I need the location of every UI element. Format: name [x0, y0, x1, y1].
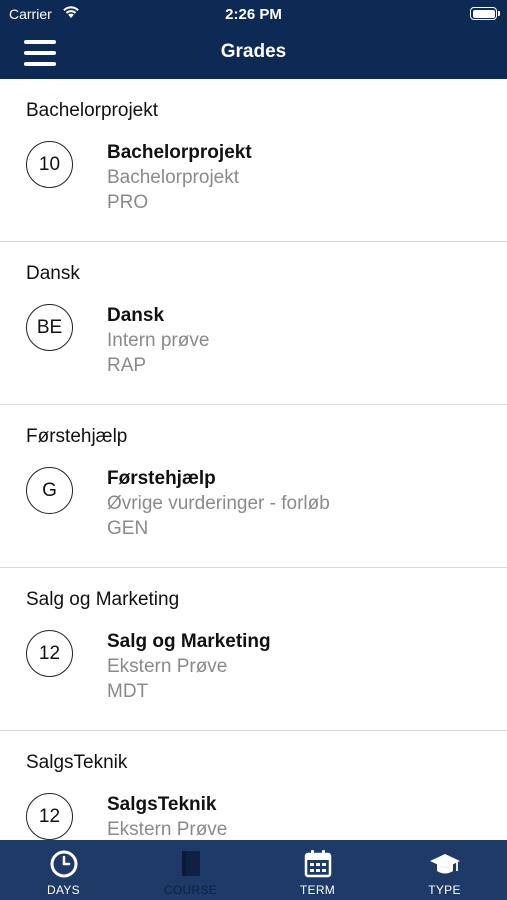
book-icon [178, 849, 204, 884]
course-code: MDT [107, 681, 149, 702]
tab-term[interactable]: TERM [254, 840, 381, 900]
tab-label: COURSE [163, 883, 218, 897]
section-title: Førstehjælp [26, 426, 128, 447]
tab-label: TYPE [428, 883, 461, 897]
grade-badge: 12 [26, 793, 73, 840]
tab-days[interactable]: DAYS [0, 840, 127, 900]
page-title: Grades [220, 41, 287, 62]
battery-icon [470, 7, 500, 20]
section-title: SalgsTeknik [26, 752, 128, 773]
tab-label: DAYS [47, 883, 80, 897]
grade-section[interactable]: SalgsTeknik 12 SalgsTeknik Ekstern Prøve [0, 731, 507, 840]
clock-icon [49, 849, 79, 884]
exam-type: Bachelorprojekt [107, 167, 240, 188]
tab-type[interactable]: TYPE [381, 840, 507, 900]
tab-course[interactable]: COURSE [127, 840, 254, 900]
grades-list[interactable]: Bachelorprojekt 10 Bachelorprojekt Bache… [0, 79, 507, 840]
status-time: 2:26 PM [225, 6, 282, 23]
bottom-tab-bar: DAYS COURSE TERM TYPE [0, 840, 507, 900]
calendar-icon [303, 849, 333, 884]
course-name: Førstehjælp [107, 468, 216, 489]
course-code: PRO [107, 192, 149, 213]
course-code: RAP [107, 355, 147, 376]
grade-section[interactable]: Dansk BE Dansk Intern prøve RAP [0, 242, 507, 405]
grade-section[interactable]: Salg og Marketing 12 Salg og Marketing E… [0, 568, 507, 731]
grade-badge: BE [26, 304, 73, 351]
course-name: Bachelorprojekt [107, 142, 252, 163]
exam-type: Ekstern Prøve [107, 819, 228, 840]
exam-type: Intern prøve [107, 330, 210, 351]
grade-section[interactable]: Førstehjælp G Førstehjælp Øvrige vurderi… [0, 405, 507, 568]
section-title: Bachelorprojekt [26, 100, 159, 121]
grade-badge: G [26, 467, 73, 514]
graduation-cap-icon [429, 849, 461, 884]
navigation-header: Carrier 2:26 PM Grades [0, 0, 507, 79]
grade-section[interactable]: Bachelorprojekt 10 Bachelorprojekt Bache… [0, 79, 507, 242]
section-title: Dansk [26, 263, 80, 284]
course-code: GEN [107, 518, 149, 539]
exam-type: Ekstern Prøve [107, 656, 228, 677]
section-title: Salg og Marketing [26, 589, 180, 610]
status-bar: Carrier 2:26 PM [0, 0, 507, 30]
course-name: Dansk [107, 305, 165, 326]
exam-type: Øvrige vurderinger - forløb [107, 493, 330, 514]
grade-badge: 10 [26, 141, 73, 188]
course-name: Salg og Marketing [107, 631, 271, 652]
tab-label: TERM [299, 883, 336, 897]
course-name: SalgsTeknik [107, 794, 217, 815]
grade-badge: 12 [26, 630, 73, 677]
